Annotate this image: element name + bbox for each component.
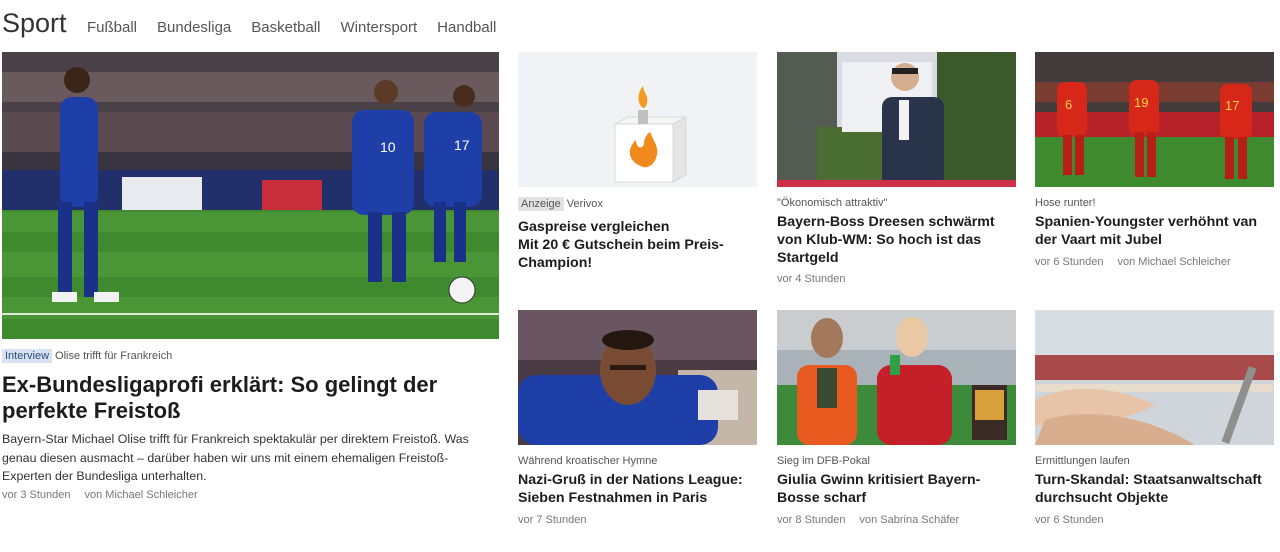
main-article-teaser: Bayern-Star Michael Olise trifft für Fra… — [2, 430, 497, 486]
main-article-headline[interactable]: Ex-Bundesligaprofi erklärt: So gelingt d… — [2, 372, 497, 425]
article-kicker: Hose runter! — [1035, 197, 1096, 209]
timestamp: vor 4 Stunden — [777, 273, 846, 285]
author[interactable]: von Michael Schleicher — [85, 489, 198, 501]
article-headline[interactable]: Spanien-Youngster verhöhnt van der Vaart… — [1035, 214, 1274, 250]
main-article[interactable]: 10 17 Interview Olise trifft für Frankrei… — [0, 0, 500, 552]
shirt-number-text: 19 — [1134, 95, 1148, 110]
article-image[interactable]: 6 19 17 — [1035, 52, 1274, 187]
kicker-text: Olise trifft für Frankreich — [55, 350, 173, 362]
headline-line: der Vaart mit Jubel — [1035, 231, 1162, 248]
article-card-gwinn[interactable]: Sieg im DFB-Pokal Giulia Gwinn kritisier… — [777, 310, 1017, 550]
article-meta: vor 6 Stunden — [1035, 514, 1104, 526]
headline-line: Bayern-Boss Dreesen schwärmt — [777, 214, 995, 230]
headline-line: Spanien-Youngster verhöhnt van — [1035, 214, 1258, 230]
article-kicker: Sieg im DFB-Pokal — [777, 455, 870, 467]
headline-line: perfekte Freistoß — [2, 398, 181, 424]
shirt-number-text: 10 — [380, 139, 396, 155]
article-card-nations-league[interactable]: Während kroatischer Hymne Nazi-Gruß in d… — [518, 310, 758, 550]
article-headline[interactable]: Giulia Gwinn kritisiert Bayern- Bosse sc… — [777, 472, 1016, 508]
kicker-text: Verivox — [566, 198, 603, 210]
article-card-dreesen[interactable]: "Ökonomisch attraktiv" Bayern-Boss Drees… — [777, 52, 1017, 292]
timestamp: vor 3 Stunden — [2, 489, 71, 501]
article-card-spain[interactable]: 6 19 17 Hose runter! Spanien-Youngster v… — [1035, 52, 1275, 292]
article-meta: vor 6 Stunden von Michael Schleicher — [1035, 256, 1231, 268]
headline-line: Startgeld — [777, 249, 839, 266]
article-meta: vor 8 Stunden von Sabrina Schäfer — [777, 514, 959, 526]
article-image[interactable] — [1035, 310, 1274, 445]
main-article-kicker: Interview Olise trifft für Frankreich — [2, 349, 172, 363]
timestamp: vor 7 Stunden — [518, 514, 587, 526]
author[interactable]: von Michael Schleicher — [1118, 256, 1231, 268]
timestamp: vor 6 Stunden — [1035, 514, 1104, 526]
author[interactable]: von Sabrina Schäfer — [860, 514, 960, 526]
article-meta: vor 7 Stunden — [518, 514, 587, 526]
timestamp: vor 6 Stunden — [1035, 256, 1104, 268]
headline-line: Gaspreise vergleichen — [518, 219, 670, 235]
headline-line: Ex-Bundesligaprofi erklärt: So gelingt d… — [2, 372, 438, 397]
article-kicker: "Ökonomisch attraktiv" — [777, 197, 888, 209]
headline-line: durchsucht Objekte — [1035, 489, 1169, 506]
ad-card[interactable]: Anzeige Verivox Gaspreise vergleichen Mit… — [518, 52, 758, 292]
teaser-line: Experten der Bundesliga unterhalten. — [2, 469, 207, 484]
ad-image[interactable] — [518, 52, 757, 187]
ad-badge: Anzeige — [518, 197, 564, 211]
headline-line: Nazi-Gruß in der Nations League: — [518, 472, 743, 488]
headline-line: Turn-Skandal: Staatsanwaltschaft — [1035, 472, 1262, 488]
article-headline[interactable]: Turn-Skandal: Staatsanwaltschaft durchsu… — [1035, 472, 1274, 508]
article-headline[interactable]: Bayern-Boss Dreesen schwärmt von Klub-WM… — [777, 214, 1016, 267]
headline-line: von Klub-WM: So hoch ist das — [777, 231, 982, 248]
headline-line: Bosse scharf — [777, 489, 867, 506]
timestamp: vor 8 Stunden — [777, 514, 846, 526]
ad-kicker: Anzeige Verivox — [518, 197, 603, 211]
article-image[interactable] — [777, 310, 1016, 445]
ad-headline[interactable]: Gaspreise vergleichen Mit 20 € Gutschein… — [518, 219, 757, 272]
headline-line: Mit 20 € Gutschein beim Preis- — [518, 236, 724, 253]
main-article-image[interactable]: 10 17 — [2, 52, 499, 339]
headline-line: Champion! — [518, 254, 593, 271]
main-article-meta: vor 3 Stunden von Michael Schleicher — [2, 489, 198, 501]
article-meta: vor 4 Stunden — [777, 273, 846, 285]
headline-line: Sieben Festnahmen in Paris — [518, 489, 708, 506]
shirt-number-text: 6 — [1065, 97, 1072, 112]
article-card-turn-skandal[interactable]: Ermittlungen laufen Turn-Skandal: Staats… — [1035, 310, 1275, 550]
interview-badge: Interview — [2, 349, 53, 363]
article-image[interactable] — [777, 52, 1016, 187]
article-kicker: Während kroatischer Hymne — [518, 455, 658, 467]
headline-line: Giulia Gwinn kritisiert Bayern- — [777, 472, 981, 488]
teaser-line: genau diesen ausmacht – darüber haben wi… — [2, 450, 449, 465]
article-headline[interactable]: Nazi-Gruß in der Nations League: Sieben … — [518, 472, 757, 508]
article-image[interactable] — [518, 310, 757, 445]
teaser-line: Bayern-Star Michael Olise trifft für Fra… — [2, 432, 469, 446]
shirt-number-text: 17 — [454, 137, 470, 153]
shirt-number-text: 17 — [1225, 98, 1239, 113]
article-kicker: Ermittlungen laufen — [1035, 455, 1130, 467]
